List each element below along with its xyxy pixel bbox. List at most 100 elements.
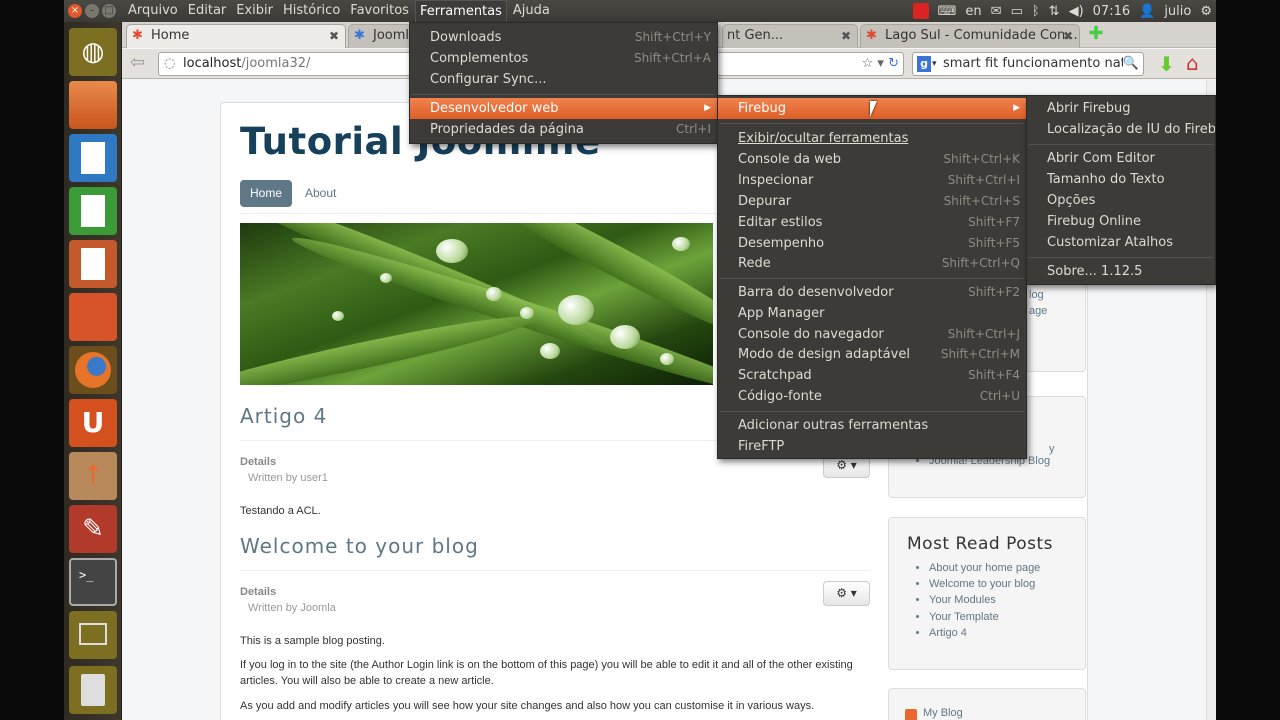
rss-icon xyxy=(905,709,917,720)
submenu-arrow-icon: ▶ xyxy=(1013,103,1020,113)
downloads-arrow-icon[interactable]: ⬇ xyxy=(1158,52,1175,76)
most-read-item[interactable]: Your Modules xyxy=(929,592,1085,608)
unity-launcher: ◍ U ↑ ✎ >_ xyxy=(64,22,122,720)
article-title[interactable]: Artigo 4 xyxy=(240,404,327,428)
menu-item-codigo-fonte[interactable]: Código-fonte Ctrl+U xyxy=(718,386,1026,407)
window-controls: × – □ xyxy=(68,4,116,18)
impress-icon[interactable] xyxy=(69,240,117,288)
screen: ◍ U ↑ ✎ >_ × – □ Arquivo Editar Exibir H… xyxy=(64,0,1216,720)
search-engine-dropdown-icon[interactable]: ▾ xyxy=(932,53,937,75)
settings-icon[interactable]: ✎ xyxy=(69,505,117,553)
home-icon[interactable]: ⌂ xyxy=(1186,52,1210,74)
calc-icon[interactable] xyxy=(69,187,117,235)
menu-item-complementos[interactable]: Complementos Shift+Ctrl+A xyxy=(410,48,717,69)
url-path: /joomla32/ xyxy=(241,56,311,71)
article-title[interactable]: Welcome to your blog xyxy=(240,534,479,558)
menu-item-console-web[interactable]: Console da web Shift+Ctrl+K xyxy=(718,149,1026,170)
menu-item-downloads[interactable]: Downloads Shift+Ctrl+Y xyxy=(410,27,717,48)
menu-item-tamanho-texto[interactable]: Tamanho do Texto xyxy=(1027,169,1215,190)
menu-item-desenvolvedor-web[interactable]: Desenvolvedor web ▶ xyxy=(410,98,717,119)
menu-item-rede[interactable]: Rede Shift+Ctrl+Q xyxy=(718,253,1026,274)
menu-item-fireftp[interactable]: FireFTP xyxy=(718,436,1026,457)
firefox-icon[interactable] xyxy=(69,346,117,394)
menu-item-inspecionar[interactable]: Inspecionar Shift+Ctrl+I xyxy=(718,170,1026,191)
minimize-window-button[interactable]: – xyxy=(85,4,99,18)
article-paragraph: If you log in to the site (the Author Lo… xyxy=(240,659,853,687)
feed-module: My Blog xyxy=(888,688,1086,720)
tab-lago-sul-label: Lago Sul - Comunidade Con... xyxy=(885,28,1078,43)
url-host: localhost xyxy=(183,56,242,71)
menu-item-abrir-firebug[interactable]: Abrir Firebug xyxy=(1027,98,1215,119)
menu-item-configurar-sync[interactable]: Configurar Sync... xyxy=(410,69,717,90)
menu-item-opcoes[interactable]: Opções xyxy=(1027,190,1215,211)
menu-item-desempenho[interactable]: Desempenho Shift+F5 xyxy=(718,233,1026,254)
search-icon[interactable]: 🔍 xyxy=(1122,53,1139,75)
search-input[interactable]: g ▾ smart fit funcionamento natal 🔍 xyxy=(912,52,1144,76)
article-paragraph: This is a sample blog posting. xyxy=(240,635,385,647)
maximize-window-button[interactable]: □ xyxy=(102,4,116,18)
desenvolvedor-web-submenu: Firebug ▶ Exibir/ocultar ferramentas Cons… xyxy=(717,95,1027,459)
files-icon[interactable] xyxy=(69,81,117,129)
menu-item-editar-estilos[interactable]: Editar estilos Shift+F7 xyxy=(718,212,1026,233)
menu-item-localizacao-iu[interactable]: Localização de IU do Firebug xyxy=(1027,119,1215,140)
menu-item-barra-desenvolvedor[interactable]: Barra do desenvolvedor Shift+F2 xyxy=(718,282,1026,303)
tab-generic[interactable]: nt Gen... ✖ xyxy=(722,24,858,48)
terminal-icon[interactable]: >_ xyxy=(69,558,117,606)
back-arrow-icon[interactable]: ⇦ xyxy=(130,53,152,75)
menu-item-propriedades[interactable]: Propriedades da página Ctrl+I xyxy=(410,119,717,140)
most-read-item[interactable]: Your Template xyxy=(929,609,1085,625)
feed-link[interactable]: My Blog xyxy=(923,707,963,719)
tab-home-label: Home xyxy=(151,28,190,43)
most-read-module: Most Read Posts About your home page Wel… xyxy=(888,517,1086,670)
menu-item-depurar[interactable]: Depurar Shift+Ctrl+S xyxy=(718,191,1026,212)
update-icon[interactable]: ↑ xyxy=(69,452,117,500)
close-tab-icon[interactable]: ✖ xyxy=(1063,25,1073,47)
url-bar-icons: ☆ ▾ ↻ xyxy=(861,56,899,71)
banner-image xyxy=(240,223,713,385)
tab-lago-sul[interactable]: ✱ Lago Sul - Comunidade Con... ✖ xyxy=(860,24,1080,48)
tab-home[interactable]: ✱ Home ✖ xyxy=(126,24,346,48)
article-divider xyxy=(240,570,870,571)
google-icon: g xyxy=(917,56,931,72)
most-read-item[interactable]: Welcome to your blog xyxy=(929,576,1085,592)
close-window-button[interactable]: × xyxy=(68,4,82,18)
article-paragraph: As you add and modify articles you will … xyxy=(240,700,815,712)
left-letterbox xyxy=(0,0,64,720)
bookmark-star-icon[interactable]: ☆ xyxy=(862,56,874,71)
most-read-item[interactable]: Artigo 4 xyxy=(929,625,1085,641)
menu-item-adicionar-ferramentas[interactable]: Adicionar outras ferramentas xyxy=(718,415,1026,436)
article-author: Written by Joomla xyxy=(248,602,336,614)
trash-icon[interactable] xyxy=(69,666,117,714)
close-tab-icon[interactable]: ✖ xyxy=(841,25,851,47)
menu-item-scratchpad[interactable]: Scratchpad Shift+F4 xyxy=(718,365,1026,386)
menu-item-design-adaptavel[interactable]: Modo de design adaptável Shift+Ctrl+M xyxy=(718,344,1026,365)
menu-item-abrir-com-editor[interactable]: Abrir Com Editor xyxy=(1027,148,1215,169)
nav-about-link[interactable]: About xyxy=(300,180,341,207)
workspace-icon[interactable] xyxy=(69,611,117,659)
close-tab-icon[interactable]: ✖ xyxy=(329,25,339,47)
gear-icon: ⚙ xyxy=(836,458,847,472)
module-partial-link[interactable]: age xyxy=(1029,305,1047,317)
reload-icon[interactable]: ↻ xyxy=(888,56,899,71)
menu-item-exibir-ocultar[interactable]: Exibir/ocultar ferramentas xyxy=(718,128,1026,149)
nav-home-link[interactable]: Home xyxy=(240,180,292,207)
joomla-favicon-icon: ✱ xyxy=(132,28,143,43)
most-read-item[interactable]: About your home page xyxy=(929,560,1085,576)
writer-icon[interactable] xyxy=(69,134,117,182)
software-center-icon[interactable] xyxy=(69,293,117,341)
tab-generic-label: nt Gen... xyxy=(727,28,784,43)
module-partial-link[interactable]: log xyxy=(1029,289,1044,301)
menu-item-firebug-online[interactable]: Firebug Online xyxy=(1027,211,1215,232)
ubuntu-one-icon[interactable]: U xyxy=(69,399,117,447)
new-tab-button[interactable]: ✚ xyxy=(1084,24,1108,46)
menu-item-app-manager[interactable]: App Manager xyxy=(718,303,1026,324)
article-options-button[interactable]: ⚙ ▾ xyxy=(823,581,870,606)
ubuntu-home-icon[interactable]: ◍ xyxy=(69,28,117,76)
article-body: Testando a ACL. xyxy=(240,505,321,517)
tab-joomla[interactable]: ✱ Joomla xyxy=(348,24,412,48)
menu-item-console-navegador[interactable]: Console do navegador Shift+Ctrl+J xyxy=(718,324,1026,345)
search-value: smart fit funcionamento natal xyxy=(943,56,1138,71)
most-read-list: About your home page Welcome to your blo… xyxy=(889,554,1085,641)
menu-item-customizar-atalhos[interactable]: Customizar Atalhos xyxy=(1027,232,1215,253)
menu-item-sobre[interactable]: Sobre... 1.12.5 xyxy=(1027,261,1215,282)
